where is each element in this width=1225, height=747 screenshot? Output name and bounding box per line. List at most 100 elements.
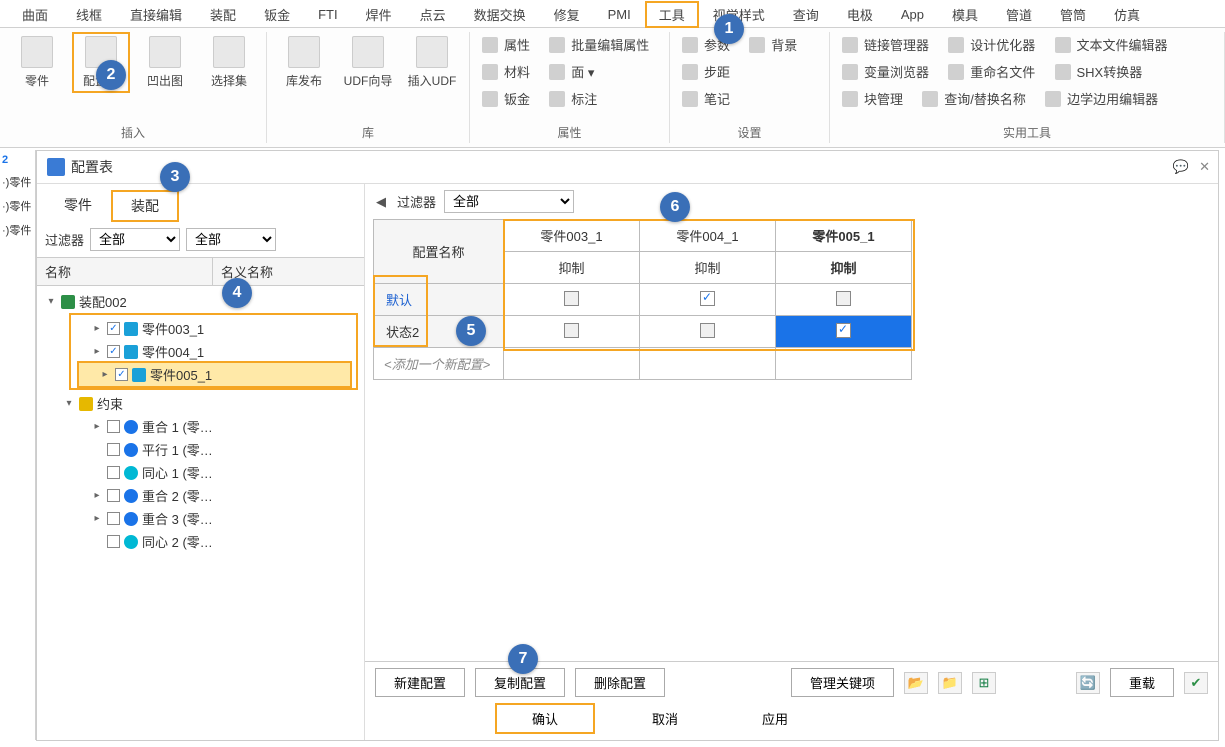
ribbon-tab[interactable]: PMI [594, 3, 645, 26]
grid-cell-selected[interactable] [776, 316, 912, 348]
tree-part-item[interactable]: ▸零件003_1 [71, 317, 356, 340]
ribbon-tab[interactable]: App [887, 3, 938, 26]
checkbox[interactable] [700, 323, 715, 338]
ribbon-tab[interactable]: 线框 [62, 1, 116, 28]
grid-cell[interactable] [504, 284, 640, 316]
ok-button[interactable]: 确认 [495, 703, 595, 734]
grid-col-header[interactable]: 零件003_1 [504, 220, 640, 252]
new-config-button[interactable]: 新建配置 [375, 668, 465, 697]
tree-root[interactable]: ▾装配002 [37, 290, 364, 313]
ribbon-tab[interactable]: 修复 [540, 1, 594, 28]
add-config-placeholder[interactable]: <添加一个新配置> [374, 348, 504, 380]
apply-button[interactable]: 应用 [735, 705, 815, 732]
close-icon[interactable]: ✕ [1199, 159, 1210, 175]
grid-cell[interactable] [776, 284, 912, 316]
excel-icon[interactable]: ⊞ [972, 672, 996, 694]
ribbon-tab[interactable]: 查询 [779, 1, 833, 28]
checkbox[interactable] [115, 368, 128, 381]
collapse-arrow-icon[interactable]: ◀ [373, 194, 389, 210]
util-row[interactable]: 变量浏览器 重命名文件 SHX转换器 [838, 59, 1216, 84]
ribbon-tab-tools[interactable]: 工具 [645, 1, 699, 28]
folder-open-icon[interactable]: 📂 [904, 672, 928, 694]
sheetmetal-button[interactable]: 钣金 标注 [478, 86, 661, 111]
cancel-button[interactable]: 取消 [625, 705, 705, 732]
step-badge-7: 7 [508, 644, 538, 674]
checkbox[interactable] [107, 322, 120, 335]
attrs-button[interactable]: 属性 批量编辑属性 [478, 32, 661, 57]
checkbox[interactable] [564, 291, 579, 306]
delete-config-button[interactable]: 删除配置 [575, 668, 665, 697]
publish-library-button[interactable]: 库发布 [275, 32, 333, 93]
part-icon [21, 36, 53, 68]
checkbox[interactable] [564, 323, 579, 338]
ribbon-tab[interactable]: 管道 [992, 1, 1046, 28]
note-button[interactable]: 笔记 [678, 86, 821, 111]
checkbox[interactable] [107, 466, 120, 479]
tree-constraint-item[interactable]: ▸重合 2 (零… [37, 484, 364, 507]
tree-constraint-item[interactable]: 同心 2 (零… [37, 530, 364, 553]
check-icon[interactable]: ✔ [1184, 672, 1208, 694]
ribbon-tab[interactable]: 模具 [938, 1, 992, 28]
ribbon-tab[interactable]: 管筒 [1046, 1, 1100, 28]
tab-assembly[interactable]: 装配 [111, 190, 179, 222]
tree-constraint-item[interactable]: 同心 1 (零… [37, 461, 364, 484]
part-button[interactable]: 零件 [8, 32, 66, 93]
checkbox[interactable] [836, 291, 851, 306]
manage-keys-button[interactable]: 管理关键项 [791, 668, 894, 697]
folder-new-icon[interactable]: 📁 [938, 672, 962, 694]
publish-icon [288, 36, 320, 68]
tree-constraints[interactable]: ▾约束 [37, 392, 364, 415]
grid-cell[interactable] [640, 284, 776, 316]
ribbon-tab[interactable]: 装配 [196, 1, 250, 28]
state-row[interactable]: 默认 [374, 284, 504, 316]
tree-constraint-item[interactable]: 平行 1 (零… [37, 438, 364, 461]
ribbon-tab[interactable]: 数据交换 [460, 1, 540, 28]
checkbox[interactable] [107, 535, 120, 548]
filter-row: 过滤器 全部 全部 [37, 222, 364, 257]
refresh-icon[interactable]: 🔄 [1076, 672, 1100, 694]
find-replace-icon [922, 91, 938, 107]
ribbon-tab[interactable]: FTI [304, 3, 352, 26]
checkbox[interactable] [107, 420, 120, 433]
ribbon-tab[interactable]: 点云 [406, 1, 460, 28]
ribbon-tab[interactable]: 焊件 [352, 1, 406, 28]
insert-udf-button[interactable]: 插入UDF [403, 32, 461, 93]
tree-part-item-selected[interactable]: ▸零件005_1 [77, 361, 352, 388]
reload-button[interactable]: 重载 [1110, 668, 1174, 697]
material-button[interactable]: 材料 面 ▾ [478, 59, 661, 84]
ribbon-tab[interactable]: 曲面 [8, 1, 62, 28]
filter-select-2[interactable]: 全部 [186, 228, 276, 251]
grid-filter-select[interactable]: 全部 [444, 190, 574, 213]
checkbox[interactable] [836, 323, 851, 338]
ribbon-tab[interactable]: 电极 [833, 1, 887, 28]
params-button[interactable]: 参数 背景 [678, 32, 821, 57]
udf-wizard-button[interactable]: UDF向导 [339, 32, 397, 93]
step-button[interactable]: 步距 [678, 59, 821, 84]
selection-set-button[interactable]: 选择集 [200, 32, 258, 93]
grid-cell[interactable] [640, 316, 776, 348]
step-badge-1: 1 [714, 14, 744, 44]
checkbox[interactable] [700, 291, 715, 306]
tree-constraint-item[interactable]: ▸重合 1 (零… [37, 415, 364, 438]
grid-col-header[interactable]: 零件004_1 [640, 220, 776, 252]
tab-part[interactable]: 零件 [45, 190, 111, 222]
grid-col-header[interactable]: 零件005_1 [776, 220, 912, 252]
ribbon-tab[interactable]: 仿真 [1100, 1, 1154, 28]
checkbox[interactable] [107, 443, 120, 456]
part-icon [124, 345, 138, 359]
ribbon-tab[interactable]: 钣金 [250, 1, 304, 28]
checkbox[interactable] [107, 512, 120, 525]
filter-select-1[interactable]: 全部 [90, 228, 180, 251]
drawing-button[interactable]: 凹出图 [136, 32, 194, 93]
tree-constraint-item[interactable]: ▸重合 3 (零… [37, 507, 364, 530]
tree-part-item[interactable]: ▸零件004_1 [71, 340, 356, 363]
grid-cell[interactable] [504, 316, 640, 348]
help-icon[interactable]: 💬 [1173, 159, 1189, 175]
util-row[interactable]: 链接管理器 设计优化器 文本文件编辑器 [838, 32, 1216, 57]
ribbon-tab[interactable]: 直接编辑 [116, 1, 196, 28]
checkbox[interactable] [107, 345, 120, 358]
left-sliver: 2 ·)零件 ·)零件 ·)零件 [0, 150, 36, 740]
checkbox[interactable] [107, 489, 120, 502]
step-badge-6: 6 [660, 192, 690, 222]
util-row[interactable]: 块管理 查询/替换名称 边学边用编辑器 [838, 86, 1216, 111]
